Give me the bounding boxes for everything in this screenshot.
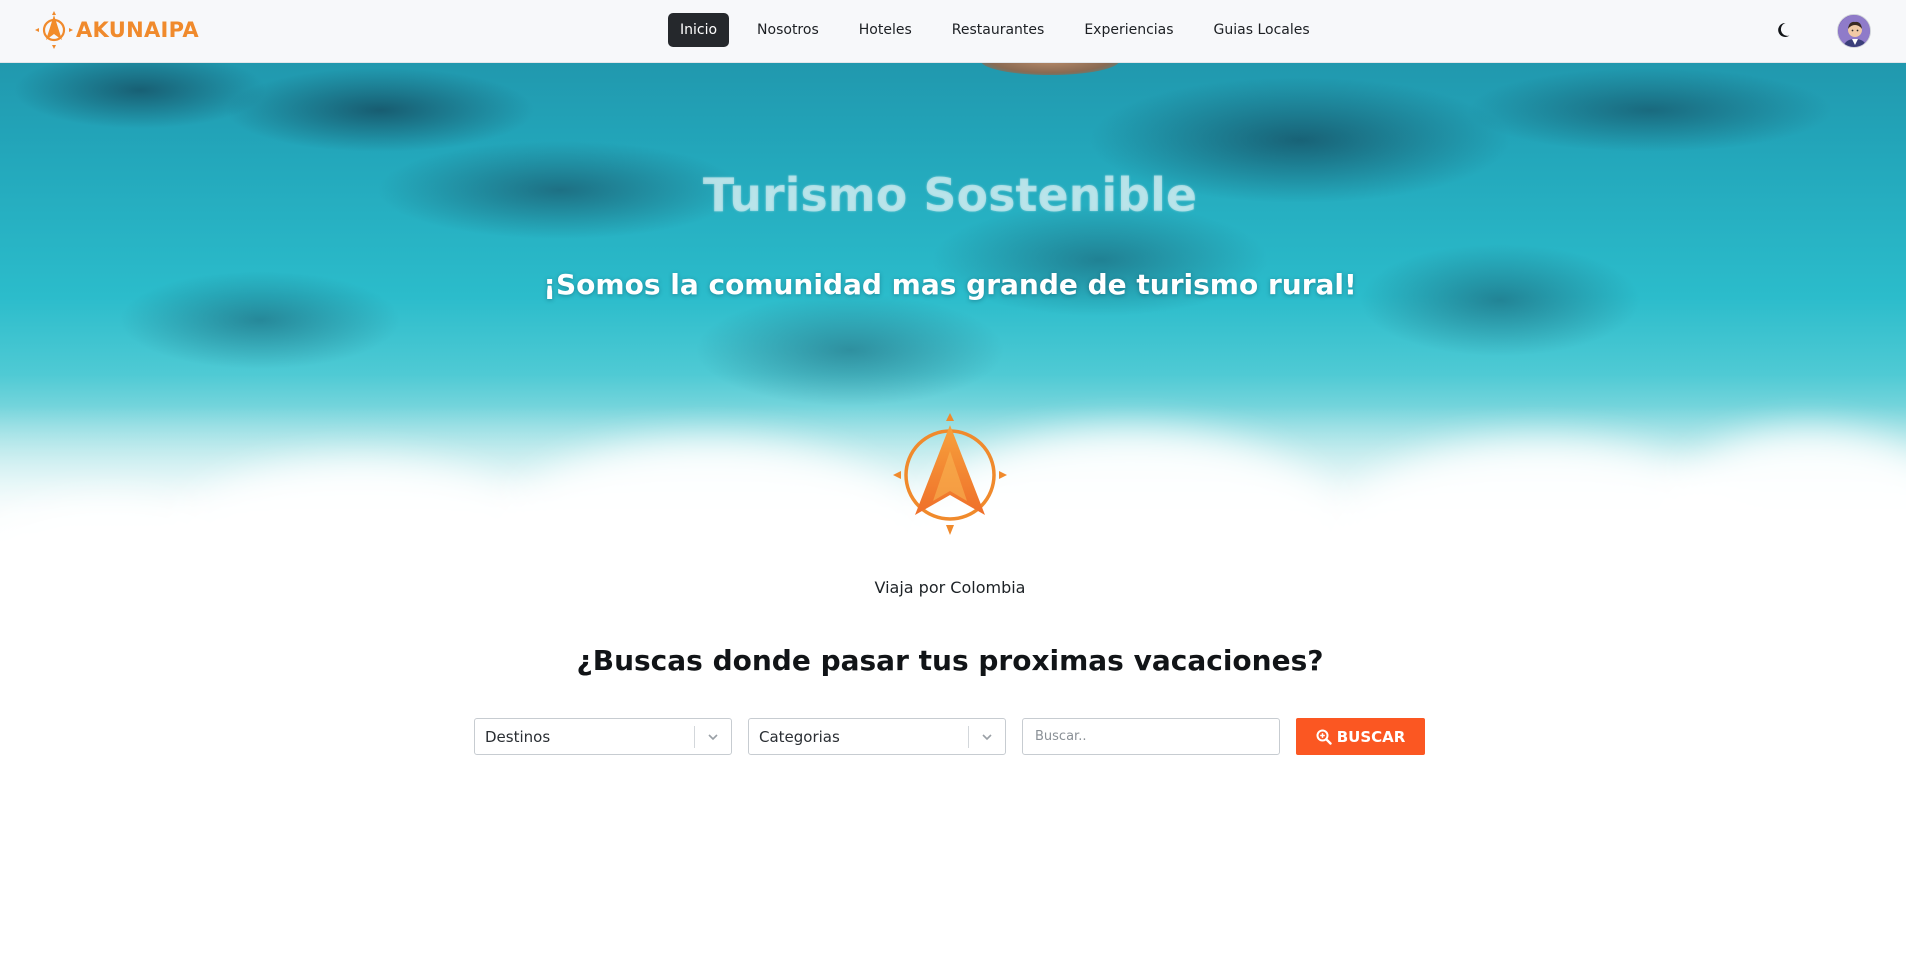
search-input[interactable] [1022,718,1280,755]
chevron-down-icon [695,730,731,744]
nav-item-guias-locales[interactable]: Guias Locales [1202,13,1322,47]
main-nav: Inicio Nosotros Hoteles Restaurantes Exp… [668,13,1338,47]
nav-item-nosotros[interactable]: Nosotros [745,13,831,47]
destinations-select[interactable]: Destinos [474,718,732,755]
categories-select-value: Categorias [759,727,840,746]
nav-item-hoteles[interactable]: Hoteles [847,13,924,47]
brand-name: AKUNAIPA [76,18,199,42]
user-avatar-icon [1838,15,1870,47]
theme-toggle-button[interactable] [1776,20,1796,44]
chevron-down-icon [969,730,1005,744]
user-avatar-button[interactable] [1837,14,1871,48]
nav-item-experiencias[interactable]: Experiencias [1072,13,1185,47]
zoom-search-icon [1316,729,1332,745]
emblem-caption: Viaja por Colombia [874,578,1026,597]
brand-logo[interactable]: AKUNAIPA [34,10,199,50]
top-navbar: AKUNAIPA Inicio Nosotros Hoteles Restaur… [0,0,1906,63]
search-bar: Destinos Categorias BUSCAR [474,718,1425,755]
hero-subtitle: ¡Somos la comunidad mas grande de turism… [543,268,1357,301]
destinations-select-value: Destinos [485,727,551,746]
categories-select[interactable]: Categorias [748,718,1006,755]
search-heading: ¿Buscas donde pasar tus proximas vacacio… [576,644,1324,677]
compass-logo-icon [893,413,1007,535]
nav-item-inicio[interactable]: Inicio [668,13,730,47]
nav-item-restaurantes[interactable]: Restaurantes [940,13,1057,47]
hero-title: Turismo Sostenible [702,168,1198,222]
search-button[interactable]: BUSCAR [1296,718,1425,755]
hero-emblem [889,411,1011,541]
compass-logo-icon [35,11,73,49]
moon-icon [1778,22,1790,37]
search-button-label: BUSCAR [1336,727,1406,746]
